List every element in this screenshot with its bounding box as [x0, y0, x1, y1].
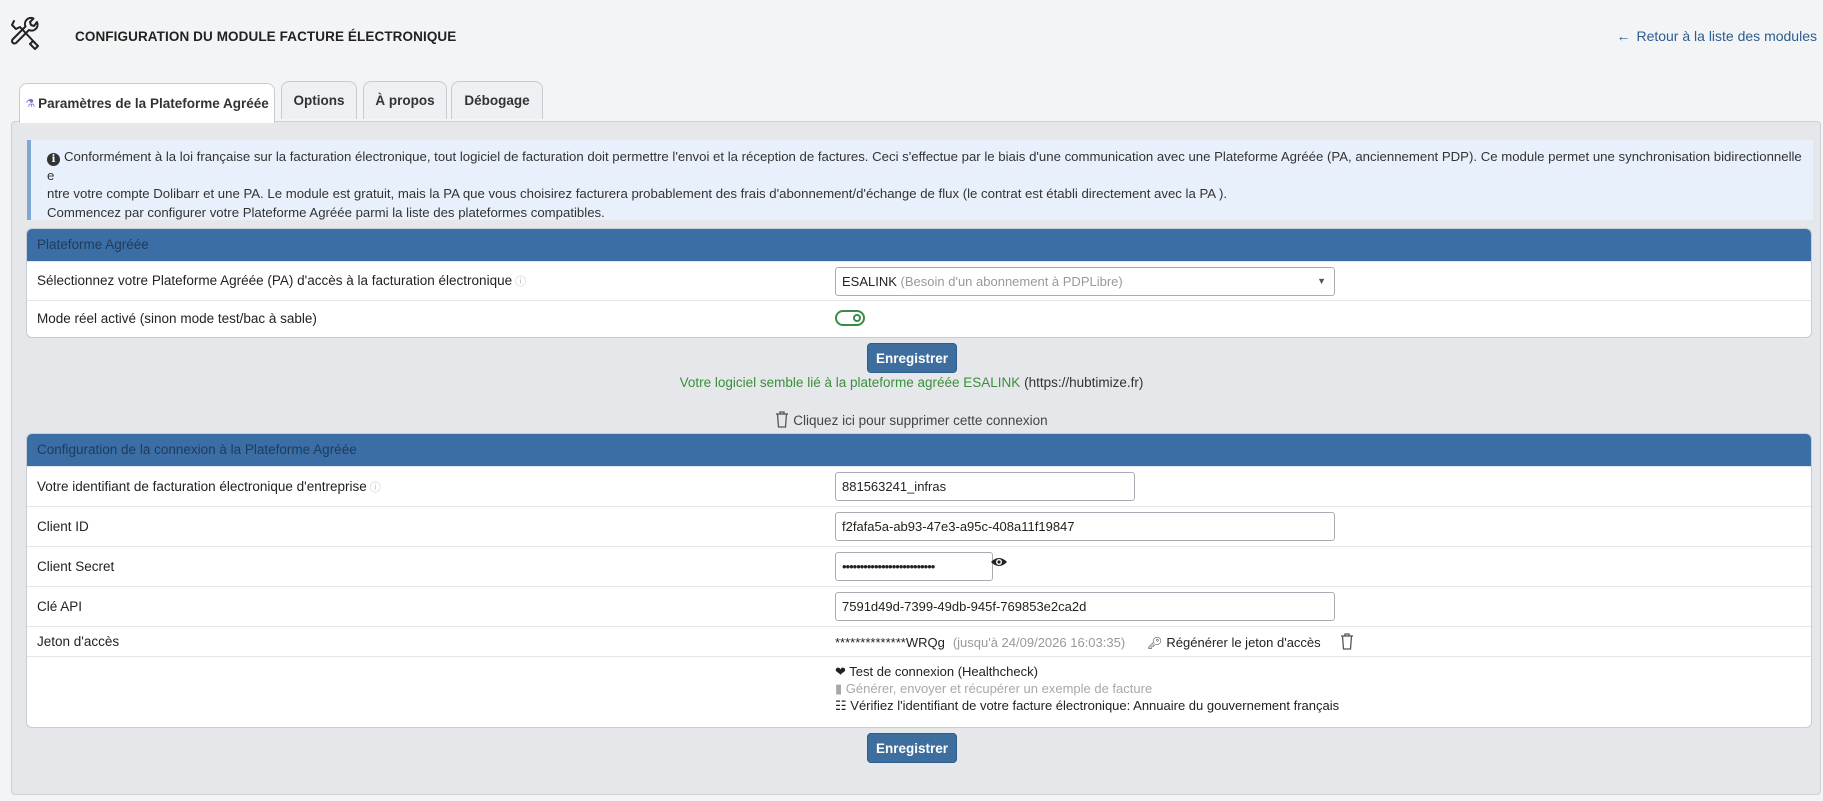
actions-list: ❤︎ Test de connexion (Healthcheck) ▮ Gén… — [835, 663, 1339, 714]
client-secret-row: Client Secret •••••••••••••••••••••••••• — [27, 546, 1811, 586]
tab-about[interactable]: À propos — [363, 81, 447, 119]
save-button-bottom[interactable]: Enregistrer — [867, 733, 957, 763]
actions-row: ❤︎ Test de connexion (Healthcheck) ▮ Gén… — [27, 656, 1811, 727]
pa-select-hint: (Besoin d'un abonnement à PDPLibre) — [900, 274, 1123, 289]
client-secret-input[interactable]: •••••••••••••••••••••••••• — [835, 552, 993, 581]
tab-options[interactable]: Options — [281, 81, 357, 119]
back-link-label: Retour à la liste des modules — [1636, 28, 1817, 44]
healthcheck-label: Test de connexion (Healthcheck) — [849, 664, 1038, 679]
pa-select-row: Sélectionnez votre Plateforme Agréée (PA… — [27, 261, 1811, 300]
client-id-input[interactable]: f2fafa5a-ab93-47e3-a95c-408a11f19847 — [835, 512, 1335, 541]
client-id-label: Client ID — [37, 519, 89, 534]
token-row: Jeton d'accès **************WRQg (jusqu'à… — [27, 626, 1811, 656]
key-icon: 🔑︎ — [1147, 636, 1163, 650]
arrow-left-icon: ← — [1616, 28, 1631, 44]
regen-label: Régénérer le jeton d'accès — [1166, 635, 1321, 650]
client-secret-label: Client Secret — [37, 559, 115, 574]
back-to-modules-link[interactable]: ← Retour à la liste des modules — [1616, 28, 1817, 44]
pa-select-value: ESALINK — [842, 274, 897, 289]
trash-icon[interactable] — [1340, 633, 1354, 650]
info-text-3: Commencez par configurer votre Plateform… — [47, 204, 605, 220]
trash-icon — [776, 411, 789, 428]
tab-label: Options — [293, 93, 345, 108]
heartbeat-icon: ❤︎ — [835, 664, 846, 679]
tab-label: Débogage — [464, 93, 530, 108]
connection-section-title: Configuration de la connexion à la Plate… — [27, 434, 1811, 466]
save-button-top[interactable]: Enregistrer — [867, 343, 957, 373]
pa-select[interactable]: ESALINK (Besoin d'un abonnement à PDPLib… — [835, 267, 1335, 296]
status-url: (https://hubtimize.fr) — [1024, 375, 1144, 390]
list-icon: ☷ — [835, 698, 847, 713]
company-id-label-text: Votre identifiant de facturation électro… — [37, 479, 367, 494]
eye-icon[interactable] — [990, 555, 1008, 569]
help-icon[interactable]: ⓘ — [515, 276, 526, 288]
example-label: Générer, envoyer et récupérer un exemple… — [845, 681, 1153, 696]
tab-debug[interactable]: Débogage — [451, 81, 543, 119]
delete-connection-link[interactable]: Cliquez ici pour supprimer cette connexi… — [0, 411, 1823, 428]
tab-label: À propos — [375, 93, 435, 108]
connection-status: Votre logiciel semble lié à la plateform… — [0, 375, 1823, 390]
company-id-label: Votre identifiant de facturation électro… — [37, 479, 381, 495]
verify-label: Vérifiez l'identifiant de votre facture … — [850, 698, 1340, 713]
status-text: Votre logiciel semble lié à la plateform… — [679, 375, 1021, 390]
file-icon: ▮ — [835, 681, 843, 696]
info-text-2: ntre votre compte Dolibarr et une PA. Le… — [47, 186, 1228, 201]
page-title: CONFIGURATION DU MODULE FACTURE ÉLECTRON… — [75, 29, 457, 44]
mode-label: Mode réel activé (sinon mode test/bac à … — [37, 311, 317, 326]
pa-select-label: Sélectionnez votre Plateforme Agréée (PA… — [37, 273, 526, 289]
tab-label: Paramètres de la Plateforme Agréée — [38, 96, 269, 111]
tools-icon — [11, 16, 39, 50]
regenerate-token-link[interactable]: 🔑︎ Régénérer le jeton d'accès — [1147, 635, 1320, 650]
client-id-row: Client ID f2fafa5a-ab93-47e3-a95c-408a11… — [27, 506, 1811, 546]
token-info: **************WRQg (jusqu'à 24/09/2026 16… — [835, 633, 1354, 650]
mode-row: Mode réel activé (sinon mode test/bac à … — [27, 300, 1811, 337]
chevron-down-icon: ▼ — [1317, 276, 1326, 286]
delete-connection-label: Cliquez ici pour supprimer cette connexi… — [793, 413, 1048, 428]
tab-pa-settings[interactable]: ⚗ Paramètres de la Plateforme Agréée — [19, 83, 275, 123]
pa-section-title: Plateforme Agréée — [27, 229, 1811, 261]
settings-panel: i Conformément à la loi française sur la … — [11, 121, 1821, 795]
token-value: **************WRQg — [835, 635, 945, 650]
api-key-input[interactable]: 7591d49d-7399-49db-945f-769853e2ca2d — [835, 592, 1335, 621]
info-text-1: Conformément à la loi française sur la f… — [47, 149, 1802, 183]
api-key-row: Clé API 7591d49d-7399-49db-945f-769853e2… — [27, 586, 1811, 626]
connection-section: Configuration de la connexion à la Plate… — [26, 433, 1812, 728]
verify-id-link[interactable]: ☷ Vérifiez l'identifiant de votre factur… — [835, 697, 1339, 714]
company-id-row: Votre identifiant de facturation électro… — [27, 466, 1811, 506]
toggle-knob — [853, 314, 861, 322]
info-icon: i — [47, 153, 60, 166]
pa-section: Plateforme Agréée Sélectionnez votre Pla… — [26, 228, 1812, 338]
live-mode-toggle[interactable] — [835, 310, 865, 326]
token-expiry: (jusqu'à 24/09/2026 16:03:35) — [952, 635, 1126, 650]
tab-wand-icon: ⚗ — [25, 98, 36, 110]
company-id-input[interactable]: 881563241_infras — [835, 472, 1135, 501]
pa-select-label-text: Sélectionnez votre Plateforme Agréée (PA… — [37, 273, 513, 288]
info-box: i Conformément à la loi française sur la … — [27, 140, 1813, 220]
api-key-label: Clé API — [37, 599, 83, 614]
healthcheck-link[interactable]: ❤︎ Test de connexion (Healthcheck) — [835, 663, 1339, 680]
token-label: Jeton d'accès — [37, 634, 120, 649]
example-invoice-link: ▮ Générer, envoyer et récupérer un exemp… — [835, 680, 1339, 697]
help-icon[interactable]: ⓘ — [370, 482, 381, 494]
